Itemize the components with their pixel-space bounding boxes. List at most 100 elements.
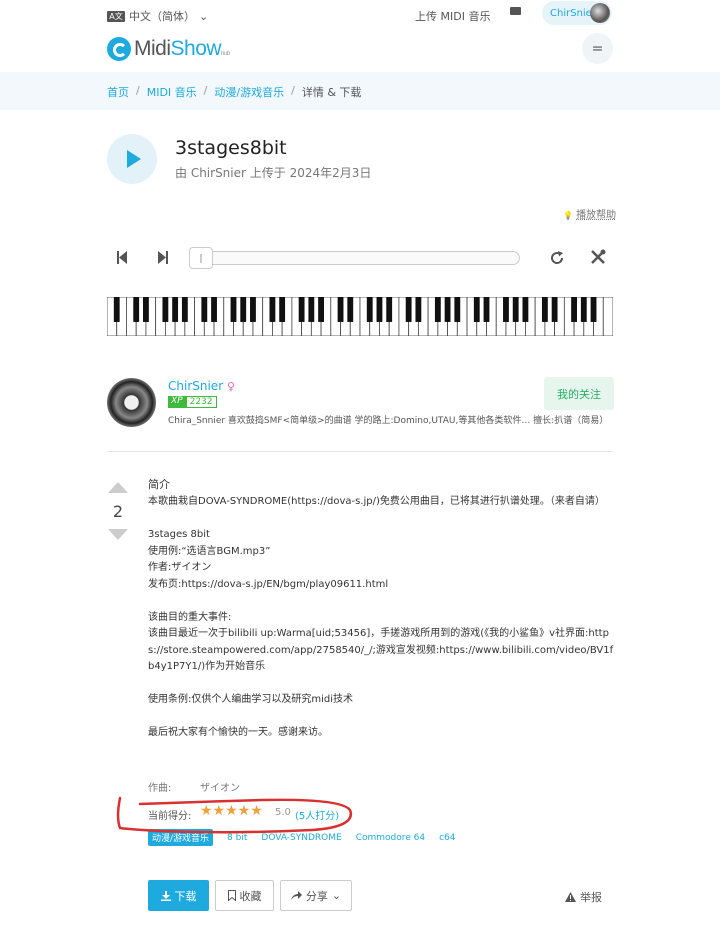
- chevron-down-icon: ⌄: [331, 889, 342, 902]
- rating-stars[interactable]: ★★★★★: [200, 803, 263, 819]
- play-button[interactable]: [107, 134, 157, 184]
- black-key[interactable]: [522, 297, 529, 322]
- download-label: 下载: [174, 889, 197, 903]
- black-key[interactable]: [503, 297, 509, 322]
- black-key[interactable]: [201, 297, 208, 322]
- xp-tag: XP: [168, 396, 186, 408]
- black-key[interactable]: [113, 297, 120, 322]
- black-key[interactable]: [405, 297, 412, 322]
- black-key[interactable]: [318, 297, 324, 322]
- black-key[interactable]: [590, 297, 597, 322]
- black-key[interactable]: [483, 297, 490, 322]
- next-icon[interactable]: [158, 251, 168, 264]
- breadcrumb-home[interactable]: 首页: [107, 84, 129, 100]
- warning-icon: [565, 892, 576, 902]
- share-icon: [290, 891, 302, 900]
- song-byline: 由 ChirSnier 上传于 2024年2月3日: [175, 166, 372, 180]
- logo-icon: [107, 37, 131, 61]
- black-key[interactable]: [512, 297, 519, 322]
- seek-handle[interactable]: [189, 247, 213, 269]
- favorite-label: 收藏: [239, 889, 262, 903]
- author-avatar[interactable]: [107, 378, 156, 427]
- black-key[interactable]: [473, 297, 480, 322]
- description-body: 本歌曲栽自DOVA-SYNDROME(https://dova-s.jp/)免费…: [148, 496, 614, 738]
- breadcrumb-separator: /: [203, 84, 208, 97]
- rating-label: 当前得分:: [148, 811, 192, 822]
- upload-midi-link[interactable]: 上传 MIDI 音乐: [415, 8, 490, 24]
- user-menu[interactable]: ChirSnier: [542, 1, 612, 25]
- breadcrumb-category[interactable]: 动漫/游戏音乐: [214, 84, 284, 100]
- black-key[interactable]: [376, 297, 383, 322]
- report-link[interactable]: 举报: [565, 889, 602, 905]
- breadcrumb-midi[interactable]: MIDI 音乐: [147, 84, 197, 100]
- black-key[interactable]: [181, 297, 188, 322]
- black-key[interactable]: [386, 297, 393, 322]
- author-name-link[interactable]: ChirSnier ♀: [168, 379, 235, 393]
- seek-bar[interactable]: [190, 251, 520, 265]
- black-key[interactable]: [571, 297, 577, 322]
- black-key[interactable]: [366, 297, 373, 322]
- xp-value: 2232: [185, 396, 217, 408]
- black-key[interactable]: [230, 297, 237, 322]
- black-key[interactable]: [541, 297, 548, 322]
- female-icon: ♀: [226, 380, 236, 393]
- black-key[interactable]: [434, 297, 441, 322]
- language-selector[interactable]: A文 中文（简体） ⌄: [107, 8, 208, 24]
- white-key[interactable]: [602, 297, 613, 336]
- tag[interactable]: 8 bit: [227, 833, 247, 843]
- black-key[interactable]: [133, 297, 140, 322]
- upvote-icon[interactable]: [108, 482, 128, 493]
- breadcrumb-separator: /: [291, 84, 295, 97]
- composer-value: ザイオン: [200, 783, 240, 794]
- section-divider: [107, 451, 613, 452]
- black-key[interactable]: [298, 297, 305, 322]
- rating-count[interactable]: (5人打分): [295, 807, 339, 822]
- black-key[interactable]: [240, 297, 247, 322]
- download-button[interactable]: 下载: [148, 880, 209, 911]
- mail-icon[interactable]: [510, 7, 521, 15]
- black-key[interactable]: [250, 297, 256, 322]
- bookmark-icon: [227, 890, 236, 901]
- repeat-icon[interactable]: [549, 250, 565, 266]
- black-key[interactable]: [211, 297, 217, 322]
- tag[interactable]: Commodore 64: [356, 833, 425, 843]
- vote-count: 2: [112, 502, 124, 521]
- black-key[interactable]: [162, 297, 169, 322]
- downvote-icon[interactable]: [108, 529, 128, 540]
- tag-list: 动漫/游戏音乐 8 bit DOVA-SYNDROME Commodore 64…: [148, 829, 456, 846]
- menu-button[interactable]: =: [582, 33, 613, 64]
- black-key[interactable]: [580, 297, 587, 322]
- share-label: 分享: [305, 889, 328, 903]
- tag-category[interactable]: 动漫/游戏音乐: [148, 829, 214, 846]
- black-key[interactable]: [415, 297, 422, 322]
- black-key[interactable]: [269, 297, 276, 322]
- black-key[interactable]: [347, 297, 354, 322]
- hamburger-icon: =: [591, 40, 604, 57]
- black-key[interactable]: [551, 297, 558, 322]
- black-key[interactable]: [337, 297, 344, 322]
- translate-icon: A文: [107, 10, 125, 22]
- tag[interactable]: c64: [439, 833, 455, 843]
- black-key[interactable]: [172, 297, 179, 322]
- logo-text: MidiShowhub: [134, 37, 230, 60]
- lightbulb-icon: 💡: [563, 211, 573, 220]
- tag[interactable]: DOVA-SYNDROME: [261, 833, 341, 843]
- black-key[interactable]: [279, 297, 286, 322]
- black-key[interactable]: [444, 297, 451, 322]
- favorite-button[interactable]: 收藏: [215, 880, 274, 911]
- breadcrumb: 首页 / MIDI 音乐 / 动漫/游戏音乐 / 详情 & 下载: [107, 84, 361, 100]
- playback-help-link[interactable]: 💡 播放帮助: [563, 206, 616, 221]
- song-title: 3stages8bit: [175, 137, 287, 159]
- site-logo[interactable]: MidiShowhub: [107, 37, 230, 61]
- share-button[interactable]: 分享 ⌄: [280, 880, 352, 911]
- report-label: 举报: [580, 891, 602, 904]
- black-key[interactable]: [143, 297, 149, 322]
- breadcrumb-current: 详情 & 下载: [301, 86, 362, 99]
- previous-icon[interactable]: [117, 251, 127, 264]
- chevron-down-icon: ⌄: [199, 9, 209, 23]
- black-key[interactable]: [454, 297, 461, 322]
- follow-button[interactable]: 我的关注: [544, 377, 614, 410]
- black-key[interactable]: [308, 297, 315, 322]
- settings-tools-icon[interactable]: [590, 249, 606, 265]
- piano-keyboard: [107, 297, 613, 336]
